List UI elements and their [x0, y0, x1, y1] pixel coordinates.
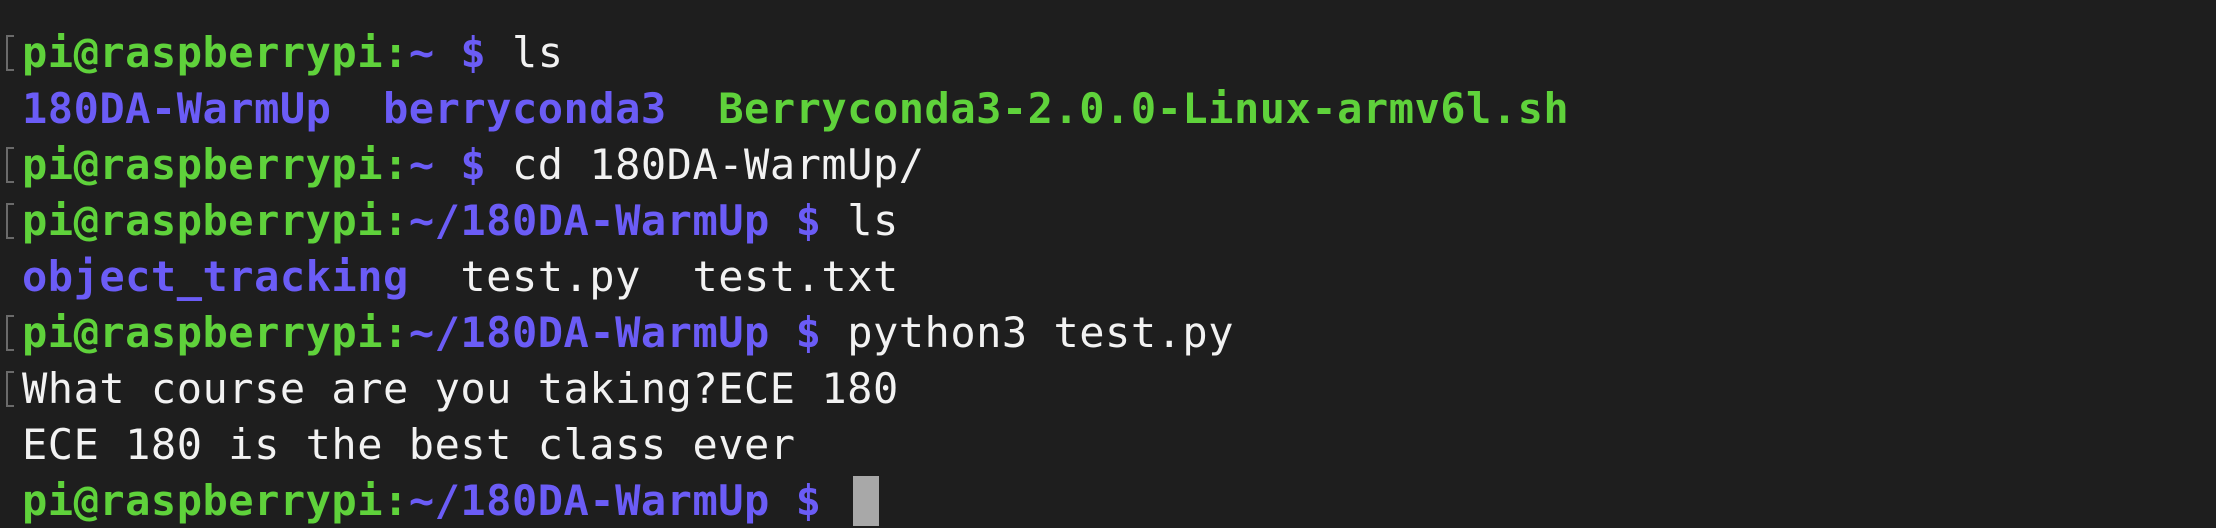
prompt-path: ~/180DA-WarmUp	[408, 308, 770, 357]
terminal-window[interactable]: pi@raspberrypi:~ $ ls 180DA-WarmUp berryc…	[0, 0, 2216, 528]
prompt-colon: :	[383, 476, 409, 525]
prompt-dollar: $	[434, 140, 512, 189]
text-cursor[interactable]	[853, 475, 880, 526]
line-mark	[6, 147, 14, 183]
line-mark	[6, 315, 14, 351]
terminal-line: 180DA-WarmUp berryconda3 Berryconda3-2.0…	[0, 81, 2216, 137]
output-text: What course are you taking?ECE 180	[22, 364, 899, 413]
listing-separator	[667, 84, 719, 133]
listing-separator	[641, 252, 693, 301]
command-text: cd 180DA-WarmUp/	[511, 140, 925, 189]
directory-entry: object_tracking	[22, 252, 409, 301]
prompt-colon: :	[383, 308, 409, 357]
terminal-line: pi@raspberrypi:~ $ ls	[0, 25, 2216, 81]
prompt-path: ~/180DA-WarmUp	[408, 476, 770, 525]
command-text: python3 test.py	[847, 308, 1234, 357]
file-entry: test.txt	[692, 252, 899, 301]
prompt-dollar: $	[769, 308, 848, 357]
prompt-path: ~	[408, 140, 435, 189]
terminal-line: object_tracking test.py test.txt	[0, 249, 2216, 305]
terminal-line: What course are you taking?ECE 180	[0, 361, 2216, 417]
line-mark	[6, 35, 14, 71]
prompt-dollar: $	[434, 28, 512, 77]
prompt-dollar: $	[769, 196, 848, 245]
terminal-line: pi@raspberrypi:~/180DA-WarmUp $ ls	[0, 193, 2216, 249]
terminal-line: pi@raspberrypi:~/180DA-WarmUp $ python3 …	[0, 305, 2216, 361]
directory-entry: 180DA-WarmUp	[22, 84, 332, 133]
terminal-line: pi@raspberrypi:~/180DA-WarmUp $	[0, 473, 2216, 528]
prompt-user-host: pi@raspberrypi	[22, 476, 384, 525]
line-mark	[6, 203, 14, 239]
directory-entry: berryconda3	[383, 84, 667, 133]
prompt-path: ~/180DA-WarmUp	[408, 196, 770, 245]
prompt-user-host: pi@raspberrypi	[22, 140, 384, 189]
file-entry: test.py	[460, 252, 641, 301]
command-text: ls	[511, 28, 564, 77]
executable-entry: Berryconda3-2.0.0-Linux-armv6l.sh	[718, 84, 1570, 133]
prompt-user-host: pi@raspberrypi	[22, 28, 384, 77]
prompt-user-host: pi@raspberrypi	[22, 196, 384, 245]
listing-separator	[331, 84, 383, 133]
prompt-colon: :	[383, 28, 409, 77]
terminal-line: pi@raspberrypi:~ $ cd 180DA-WarmUp/	[0, 137, 2216, 193]
output-text: ECE 180 is the best class ever	[22, 420, 796, 469]
terminal-line: ECE 180 is the best class ever	[0, 417, 2216, 473]
listing-separator	[409, 252, 461, 301]
prompt-dollar: $	[769, 476, 848, 525]
prompt-user-host: pi@raspberrypi	[22, 308, 384, 357]
command-text: ls	[847, 196, 899, 245]
line-mark	[6, 371, 14, 407]
prompt-colon: :	[383, 140, 409, 189]
prompt-colon: :	[383, 196, 409, 245]
prompt-path: ~	[408, 28, 435, 77]
